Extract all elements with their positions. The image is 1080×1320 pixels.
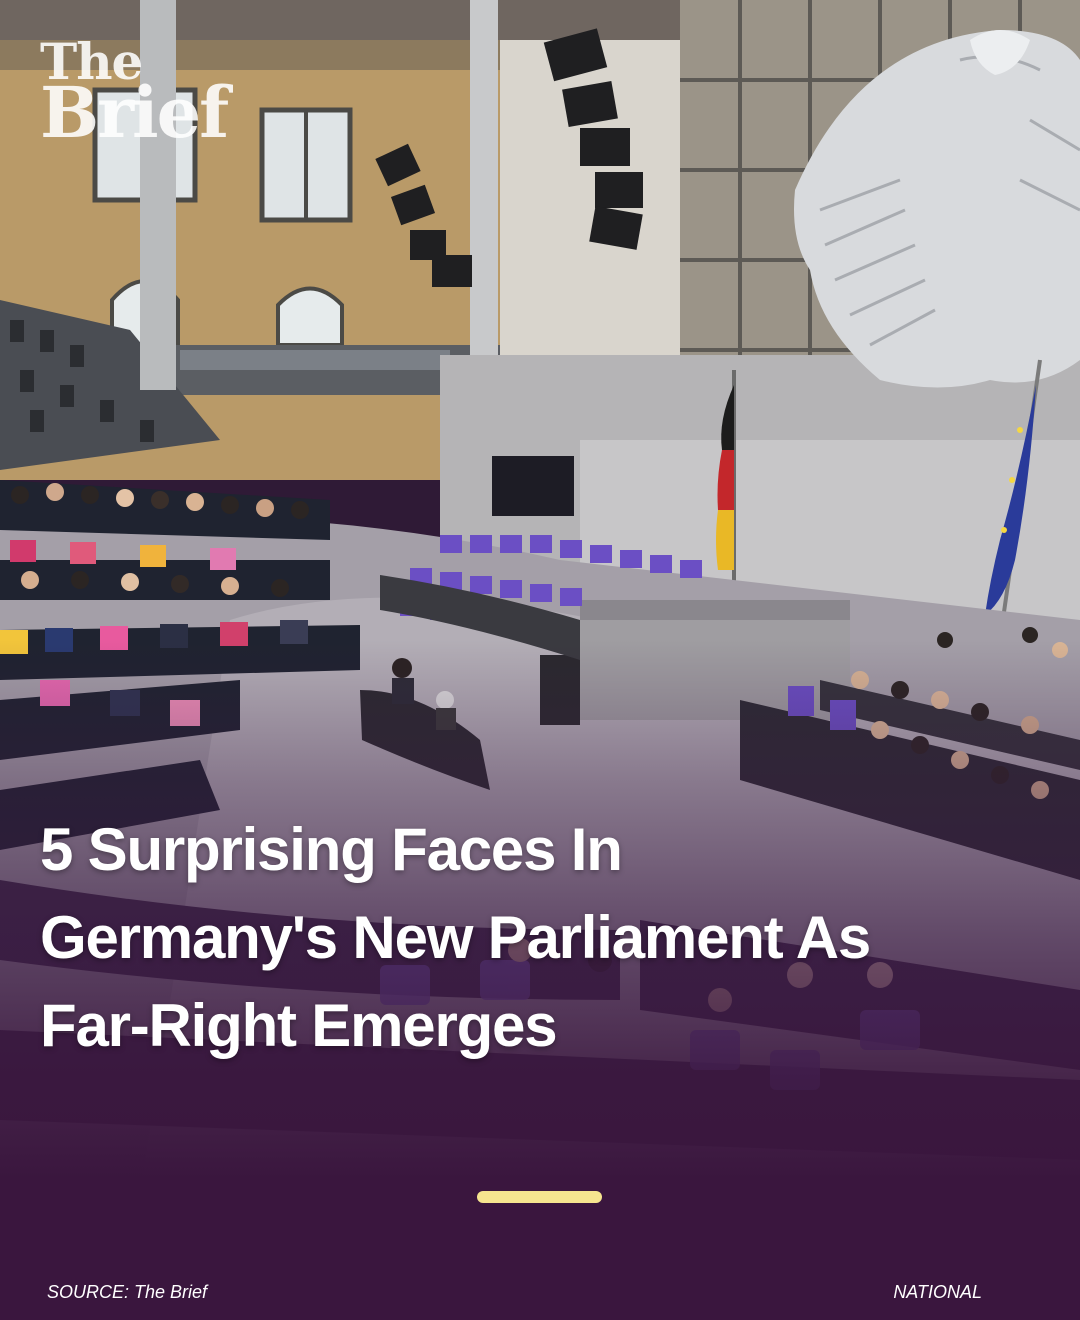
headline: 5 Surprising Faces In Germany's New Parl… (40, 816, 871, 1059)
category-label: NATIONAL (893, 1282, 982, 1302)
slide-indicator (477, 1191, 602, 1203)
brand-logo: The Brief (40, 37, 229, 154)
brand-logo-line2: Brief (40, 71, 229, 154)
story-card: The Brief 5 Surprising Faces In Germany'… (0, 0, 1080, 1320)
gradient-overlay (0, 0, 1080, 1320)
source-label: SOURCE: The Brief (47, 1282, 208, 1302)
